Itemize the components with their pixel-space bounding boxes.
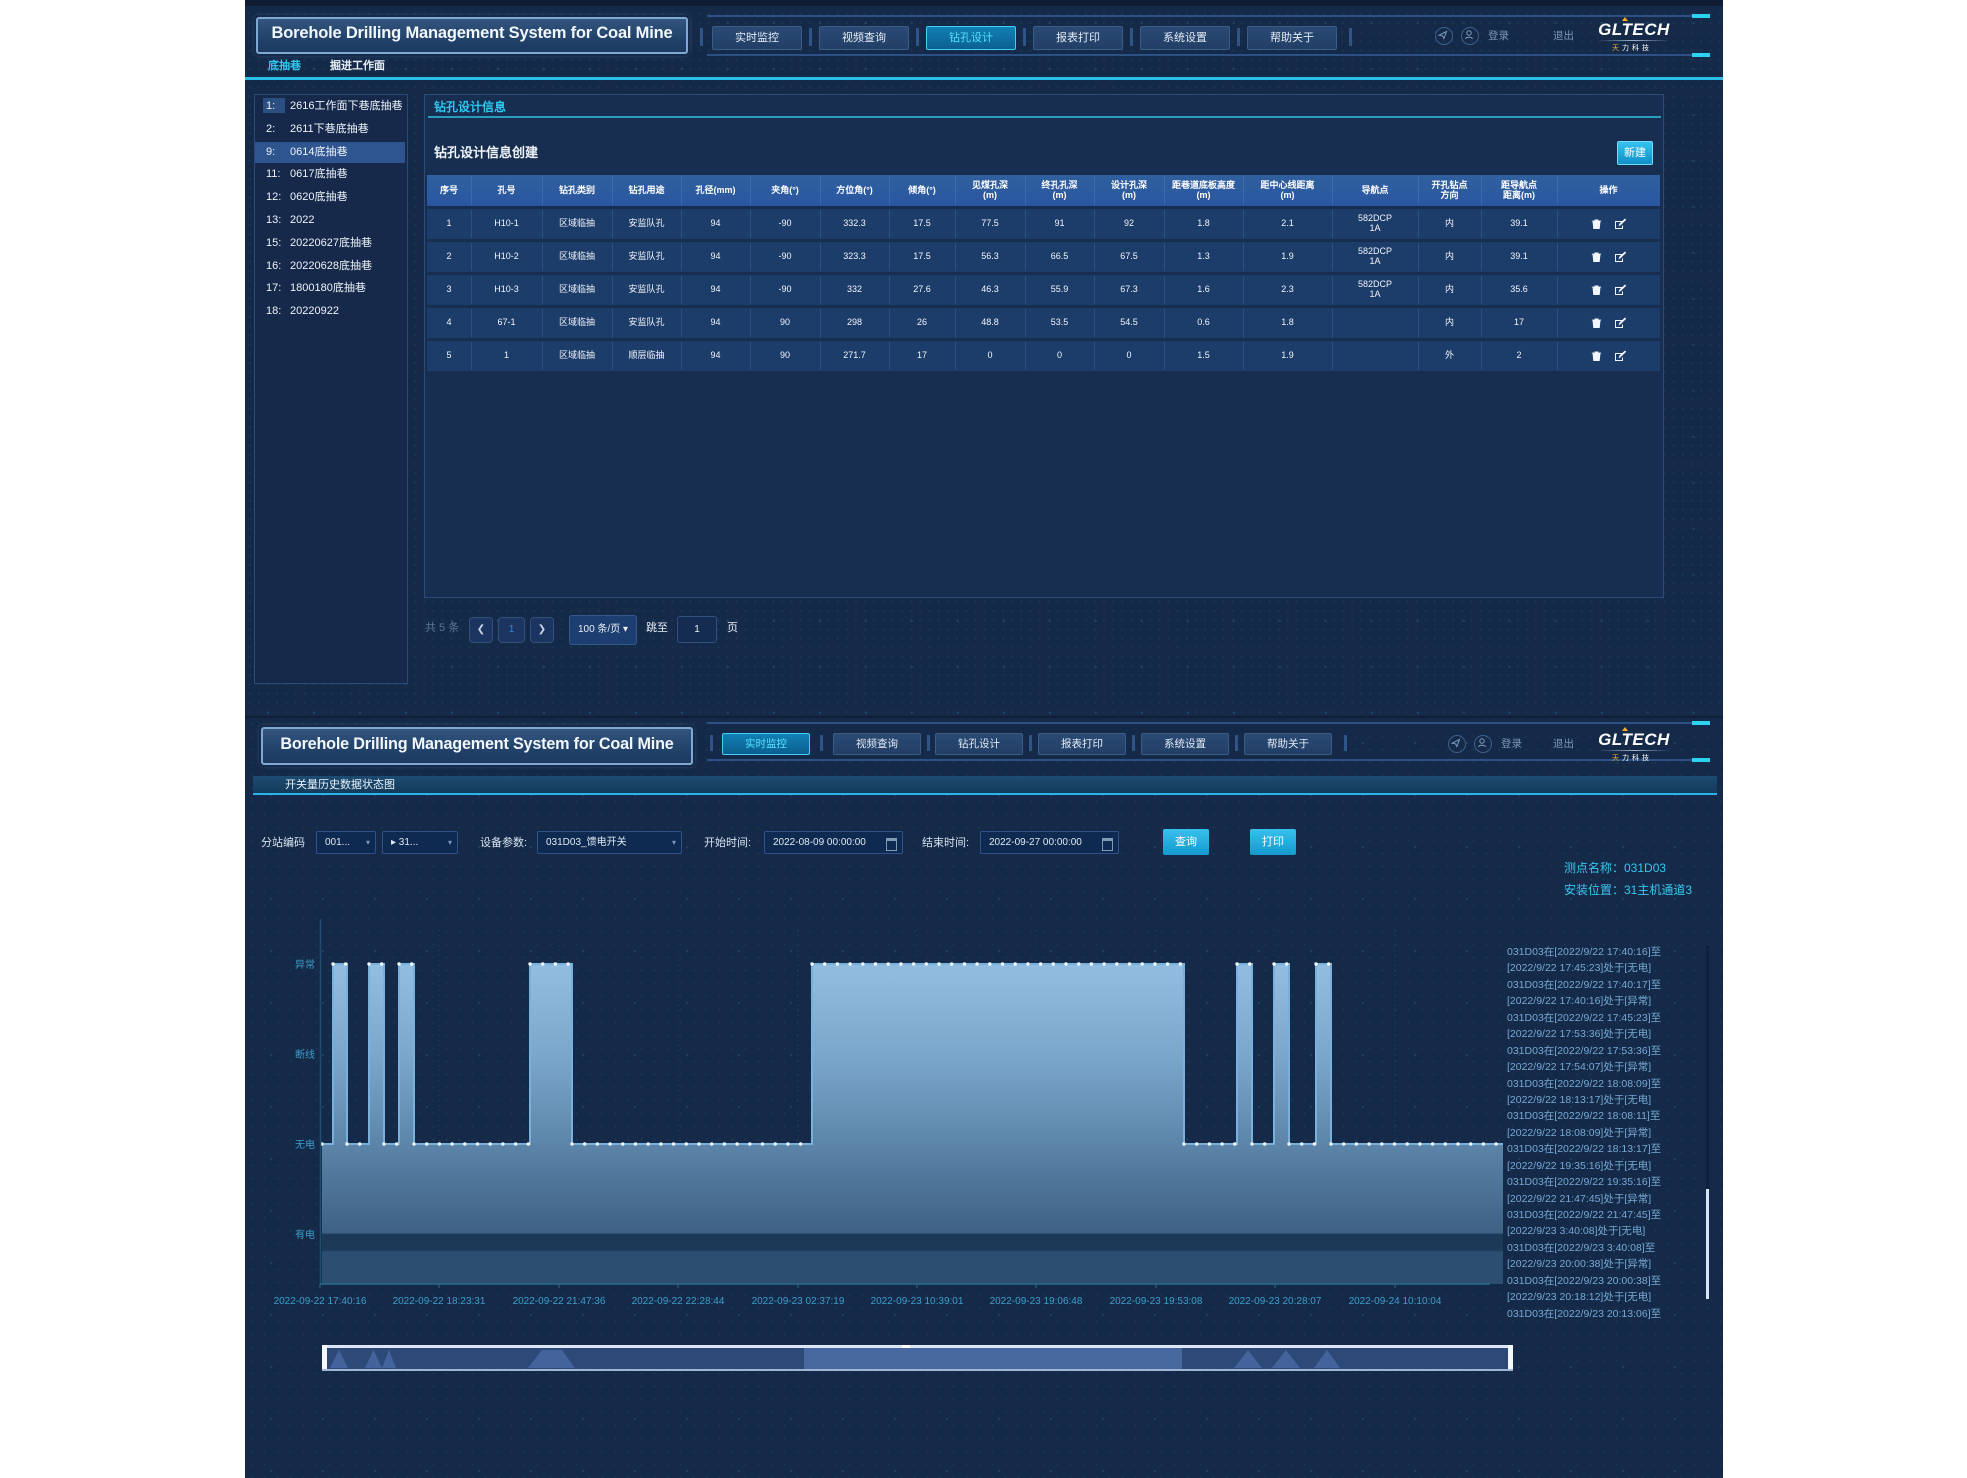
- svg-text:断线: 断线: [295, 1048, 315, 1061]
- svg-text:2022-09-23 02:37:19: 2022-09-23 02:37:19: [752, 1296, 845, 1307]
- svg-text:异常: 异常: [295, 958, 315, 971]
- svg-text:2022-09-23 20:28:07: 2022-09-23 20:28:07: [1229, 1296, 1322, 1307]
- svg-text:2022-09-22 18:23:31: 2022-09-22 18:23:31: [393, 1296, 486, 1307]
- svg-text:2022-09-23 19:06:48: 2022-09-23 19:06:48: [990, 1296, 1083, 1307]
- svg-text:2022-09-23 10:39:01: 2022-09-23 10:39:01: [871, 1296, 964, 1307]
- svg-text:有电: 有电: [295, 1228, 315, 1241]
- svg-text:无电: 无电: [295, 1138, 315, 1151]
- svg-text:2022-09-22 22:28:44: 2022-09-22 22:28:44: [632, 1296, 725, 1307]
- svg-text:2022-09-22 17:40:16: 2022-09-22 17:40:16: [274, 1296, 367, 1307]
- svg-text:2022-09-24 10:10:04: 2022-09-24 10:10:04: [1349, 1296, 1442, 1307]
- svg-text:2022-09-22 21:47:36: 2022-09-22 21:47:36: [513, 1296, 606, 1307]
- svg-text:2022-09-23 19:53:08: 2022-09-23 19:53:08: [1110, 1296, 1203, 1307]
